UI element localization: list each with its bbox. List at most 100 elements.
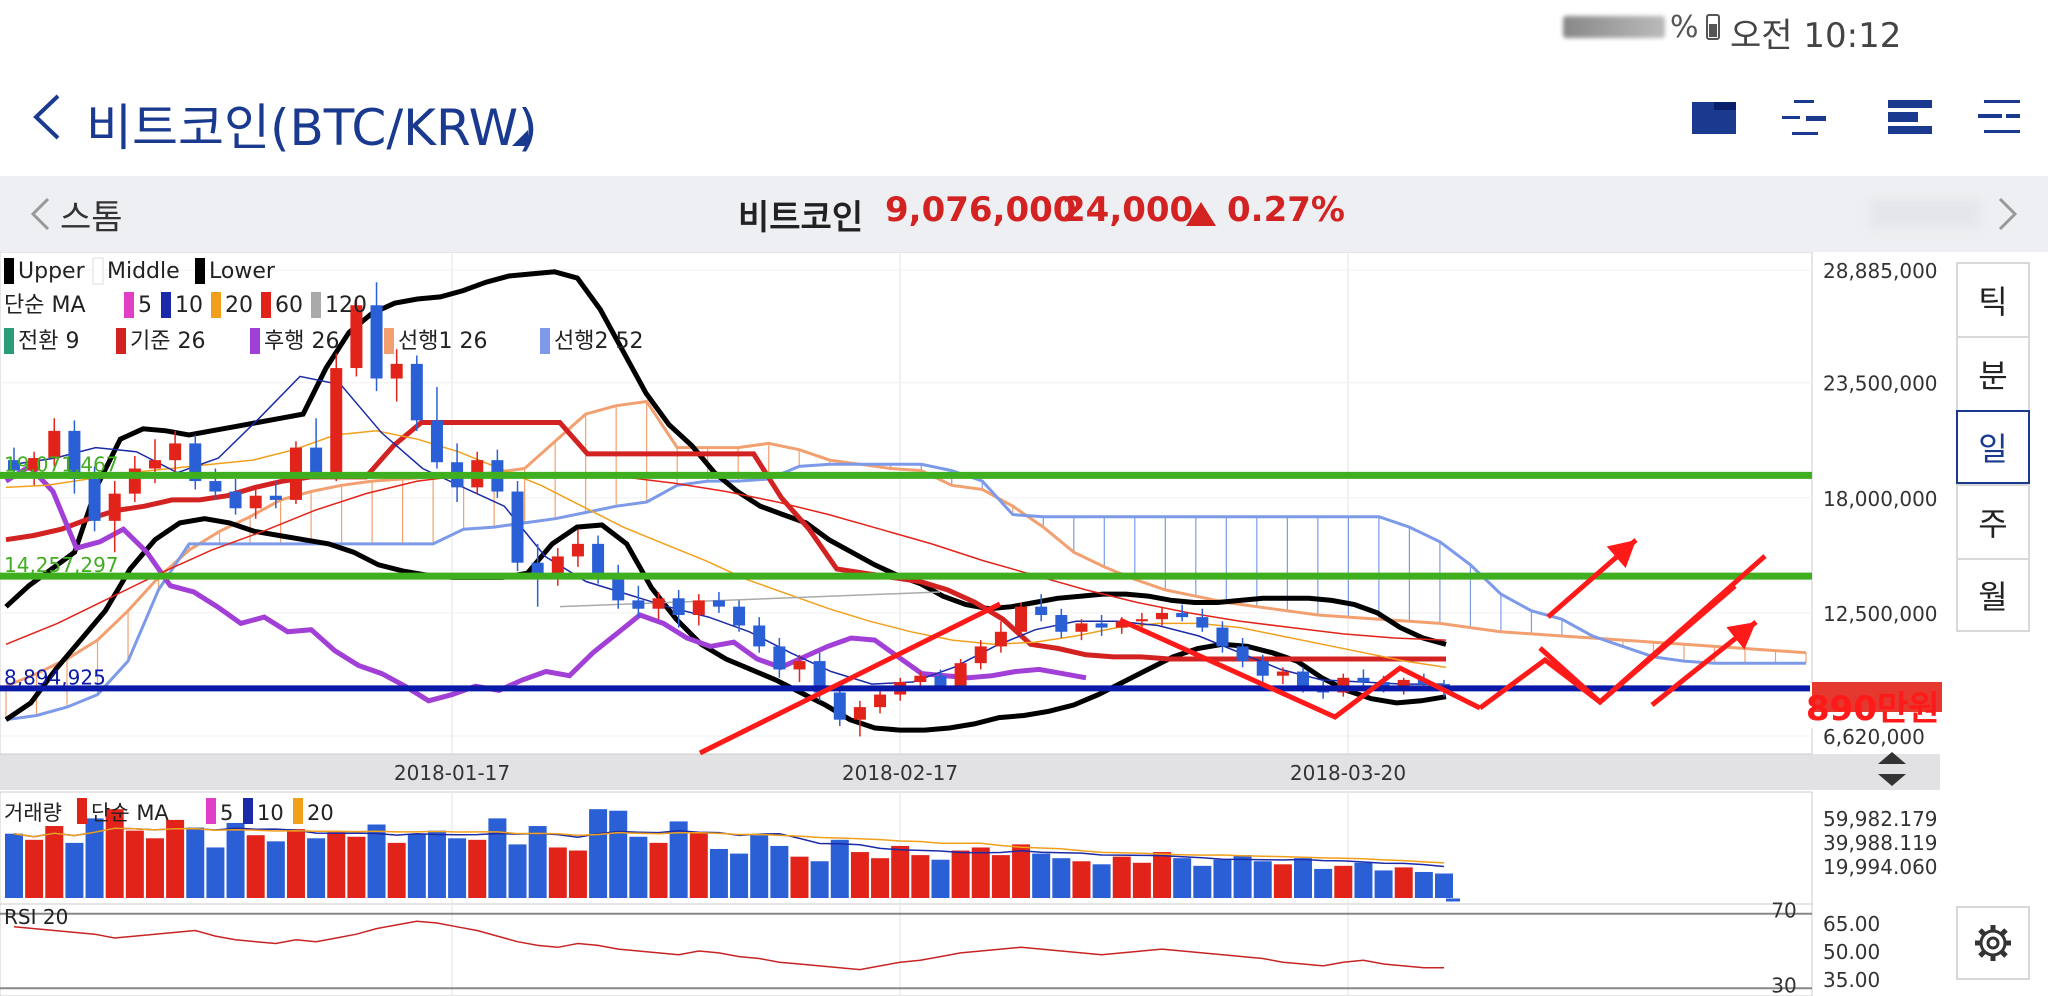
volume-bar-1: [25, 839, 44, 898]
volume-bar-9: [186, 827, 205, 898]
y-tick-label-0: 28,885,000: [1823, 259, 1938, 283]
chart-layout-list-icon[interactable]: [1976, 96, 2024, 138]
app-header: 비트코인(BTC/KRW): [0, 60, 2048, 176]
legend-label-0-2: Lower: [209, 259, 276, 284]
volume-bar-45: [911, 855, 930, 898]
page-title[interactable]: 비트코인(BTC/KRW): [86, 88, 538, 160]
chart-layout-single-icon[interactable]: [1690, 96, 1738, 138]
volume-bar-55: [1112, 856, 1131, 898]
legend-label-0-0: Upper: [18, 259, 86, 284]
rsi-bound-30: 30: [1771, 973, 1796, 996]
candle-body-51: [1035, 606, 1048, 616]
level-label-1: 14,257,297: [4, 553, 119, 577]
legend-swatch-0-0: [4, 258, 14, 284]
settings-button[interactable]: [1956, 906, 2030, 980]
period-tab-3[interactable]: 주: [1956, 484, 2030, 558]
candle-body-57: [1156, 612, 1169, 620]
volume-bar-35: [709, 849, 728, 898]
candle-body-46: [934, 675, 947, 687]
volume-bar-8: [166, 819, 185, 898]
volume-bar-29: [589, 809, 608, 898]
candle-body-31: [632, 600, 645, 609]
volume-y-tick-2: 19,994.060: [1823, 855, 1938, 879]
back-arrow-icon[interactable]: [28, 92, 68, 142]
volume-bar-6: [125, 830, 144, 898]
period-tab-0[interactable]: 틱: [1956, 262, 2030, 336]
legend-swatch-1-4: [261, 292, 271, 318]
legend-swatch-2-0: [4, 328, 14, 354]
volume-bar-19: [387, 842, 406, 898]
candle-body-35: [712, 600, 725, 607]
period-tab-4[interactable]: 월: [1956, 558, 2030, 632]
volume-bar-11: [226, 822, 245, 898]
volume-bar-23: [468, 839, 487, 898]
candle-body-12: [249, 495, 262, 509]
candle-body-28: [571, 543, 584, 557]
volume-bar-43: [871, 858, 890, 898]
prev-coin-link[interactable]: 스톰: [60, 190, 123, 239]
volume-legend-label-1: 단순 MA: [91, 801, 169, 825]
legend-label-1-0: 단순 MA: [4, 293, 86, 318]
chevron-right-icon[interactable]: [1996, 196, 2020, 232]
candle-body-53: [1075, 623, 1088, 632]
period-tab-2[interactable]: 일: [1956, 410, 2030, 484]
price-chart[interactable]: 28,885,000 23,500,000 18,000,000 12,500,000…: [0, 252, 1956, 996]
volume-legend-label-2: 5: [220, 801, 233, 825]
volume-bar-68: [1374, 870, 1393, 898]
volume-bar-16: [327, 832, 346, 898]
x-tick-label-0: 2018-01-17: [394, 761, 510, 785]
candle-body-29: [592, 543, 605, 576]
volume-bar-60: [1213, 859, 1232, 898]
candle-body-36: [733, 606, 746, 626]
battery-icon: [1706, 14, 1720, 40]
candle-body-10: [209, 481, 222, 492]
volume-legend-swatch-4: [293, 798, 303, 824]
chevron-left-icon[interactable]: [28, 196, 52, 232]
volume-bar-64: [1294, 858, 1313, 898]
volume-bar-49: [991, 855, 1010, 898]
volume-bar-3: [65, 842, 84, 898]
candle-body-16: [330, 368, 343, 475]
candle-body-8: [169, 443, 182, 461]
rsi-y-tick-1: 50.00: [1823, 940, 1880, 964]
period-tab-1[interactable]: 분: [1956, 336, 2030, 410]
volume-bar-69: [1394, 867, 1413, 898]
rsi-y-tick-2: 35.00: [1823, 968, 1880, 992]
candle-body-33: [672, 598, 685, 616]
volume-bar-30: [609, 810, 628, 898]
candle-body-48: [974, 646, 987, 664]
legend-label-2-2: 후행 26: [264, 329, 339, 354]
volume-bar-20: [407, 833, 426, 898]
chart-layout-split-icon[interactable]: [1780, 96, 1828, 138]
candle-body-39: [793, 661, 806, 670]
legend-swatch-0-1: [92, 257, 104, 285]
ticker-bar: 스톰 비트코인 9,076,000 24,000 0.27%: [0, 176, 2048, 252]
next-coin-redacted[interactable]: [1870, 200, 1980, 228]
volume-legend-swatch-3: [243, 798, 253, 824]
legend-label-1-3: 20: [225, 293, 253, 318]
legend-swatch-1-2: [161, 292, 171, 318]
dropdown-caret-icon[interactable]: [512, 130, 528, 146]
candle-body-59: [1196, 617, 1209, 628]
volume-legend-label-3: 10: [257, 801, 284, 825]
candle-body-20: [410, 363, 423, 421]
volume-bar-12: [246, 835, 265, 898]
volume-bar-2: [45, 826, 64, 898]
main-plot-area: [0, 252, 1813, 755]
legend-label-2-1: 기준 26: [130, 329, 205, 354]
candle-body-32: [652, 598, 665, 609]
legend-label-1-1: 5: [138, 293, 152, 318]
coin-name: 비트코인: [738, 198, 864, 238]
candle-body-38: [773, 646, 786, 670]
volume-bar-66: [1334, 865, 1353, 898]
volume-bar-14: [286, 829, 305, 898]
candle-body-4: [88, 478, 101, 521]
volume-y-tick-0: 59,982.179: [1823, 807, 1938, 831]
volume-bar-37: [750, 835, 769, 898]
candle-body-37: [753, 625, 766, 647]
chart-layout-bar-icon[interactable]: [1886, 96, 1934, 138]
volume-bar-13: [266, 841, 285, 898]
volume-bar-59: [1193, 865, 1212, 898]
legend-swatch-1-3: [211, 292, 221, 318]
legend-swatch-2-4: [540, 328, 550, 354]
